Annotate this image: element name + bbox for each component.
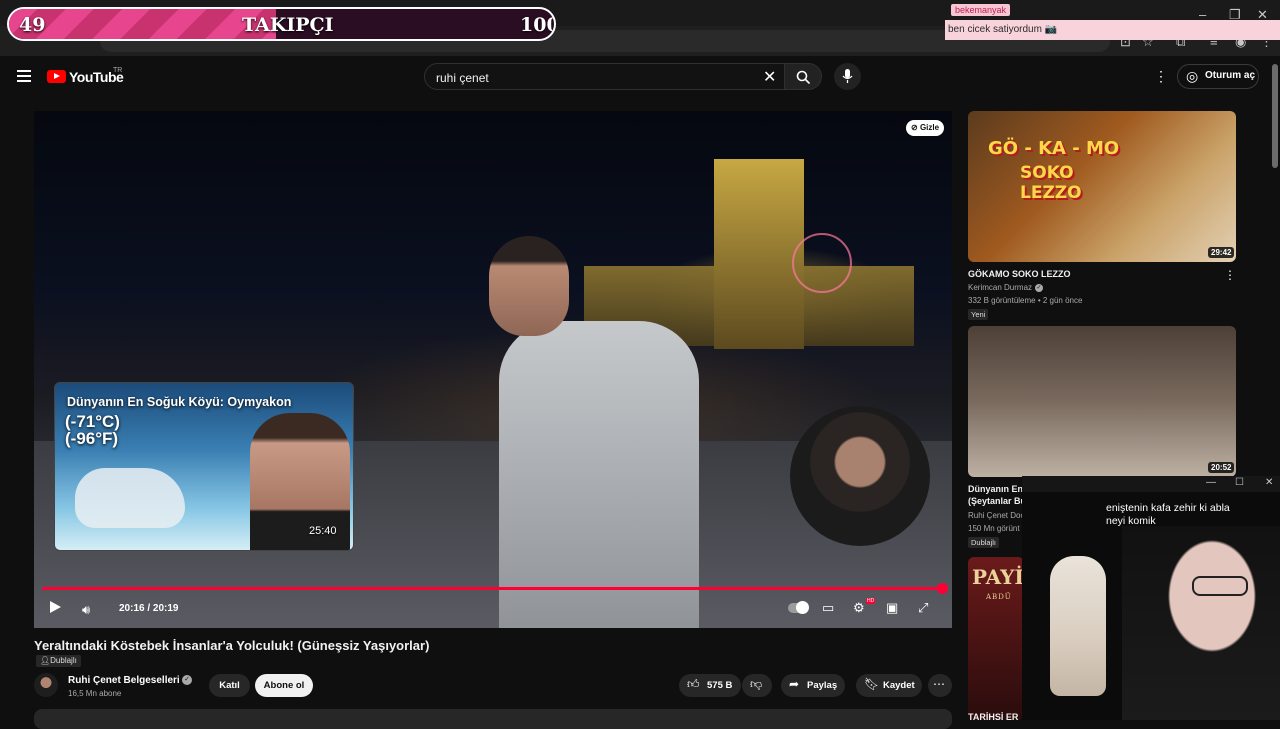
volume-icon[interactable]: 🔊︎ [82,602,90,618]
follower-goal: 100 [520,14,556,36]
search-input[interactable] [434,63,758,92]
recommendation-thumbnail[interactable]: 20:52 [968,326,1236,477]
video-player[interactable]: ⊘ Gizle Dünyanın En Soğuk Köyü: Oymyakon… [34,111,952,628]
webcam-chat-message: eniştenin kafa zehir ki abla neyi komik [1106,502,1230,527]
video-scene-person [499,321,699,628]
channel-name[interactable]: Ruhi Çenet Belgeselleri [68,675,180,686]
end-screen-video-card[interactable]: Dünyanın En Soğuk Köyü: Oymyakon (-71°C)… [54,382,354,551]
dubbed-label: Dublajlı [50,656,77,665]
subscriber-count: 16,5 Mn abone [68,689,122,698]
voice-search-button[interactable] [834,63,861,90]
recommendation-thumbnail[interactable]: PAYİ ABDÜ [968,557,1024,720]
thumbs-up-icon: 👍︎ [687,677,700,691]
youtube-logo-region: TR [113,67,123,74]
webcam-glasses [1192,576,1248,596]
recommendation-meta: 332 B görüntüleme • 2 gün önce [968,296,1083,305]
video-scene-person-head [489,236,569,336]
share-arrow-icon: ➦ [789,677,800,691]
recommendation-thumbnail[interactable]: GÖ - KA - MO SOKO LEZZO 29:42 [968,111,1236,262]
verified-check-icon: ✓ [1035,284,1043,292]
video-scene-ferris-wheel [792,233,852,293]
settings-more-icon[interactable]: ⋮ [1154,68,1168,85]
page-scrollbar-thumb[interactable] [1272,64,1278,168]
recommendation-title[interactable]: GÖKAMO SOKO LEZZO [968,268,1198,280]
duration-badge: 20:52 [1208,462,1235,473]
channel-watermark-face[interactable] [790,406,930,546]
duration-badge: 29:42 [1208,247,1235,258]
video-scene-tower [714,159,804,349]
dubbed-badge: 👤︎Dublajlı [36,655,81,667]
thumbnail-text: GÖ - KA - MO [988,138,1120,159]
eye-off-icon: ⊘ [911,123,918,132]
hamburger-menu-icon[interactable] [17,70,31,82]
chat-message: ben cicek satiyordum 📷 [945,20,1280,40]
account-icon: ◎ [1186,68,1199,84]
follower-goal-bar: 49 TAKIPÇI 100 [7,7,556,41]
hide-label: Gizle [919,123,940,132]
description-box[interactable] [34,709,952,729]
share-label: Paylaş [807,680,838,691]
hd-badge: HD [866,598,876,604]
chat-username: bekemanyak [951,4,1011,16]
stream-chat-overlay: bekemanyak ben cicek satiyordum 📷 [945,4,1280,40]
more-horizontal-icon: ⋯ [933,677,945,691]
thumbnail-text: SOKO LEZZO [1020,163,1082,203]
person-icon: 👤︎ [40,656,51,665]
follower-goal-fill [9,9,277,39]
subtitles-icon[interactable]: ▭ [822,600,834,616]
join-button[interactable]: Katıl [209,674,250,697]
verified-check-icon: ✓ [182,675,192,685]
play-icon[interactable] [50,601,61,613]
bookmark-icon: 🔖︎ [864,677,880,691]
dubbed-badge: Dublajlı [968,537,1000,548]
search-icon [796,70,811,85]
recommendation-title[interactable]: TARİHSİ ER [968,711,1022,723]
hide-end-cards-button[interactable]: ⊘ Gizle [906,120,945,136]
thumbs-down-icon: 👎︎ [750,677,763,691]
progress-scrubber-handle[interactable] [937,583,948,594]
close-window-icon[interactable]: ✕ [1265,477,1273,488]
subscribe-button[interactable]: Abone ol [255,674,313,697]
like-count: 575 B [707,680,733,691]
theater-mode-icon[interactable]: ▣ [886,600,898,616]
clear-search-icon[interactable]: ✕ [763,67,776,87]
recommendation-channel[interactable]: Kerimcan Durmaz [968,283,1032,292]
autoplay-toggle-knob [796,601,809,614]
follower-label: TAKIPÇI [242,14,334,36]
search-button[interactable] [784,63,822,90]
recommendation-meta: 150 Mn görünt [968,524,1020,533]
progress-bar-played [42,587,942,590]
fullscreen-icon[interactable]: ⤢ [918,600,928,616]
microphone-icon [842,69,853,83]
more-vertical-icon[interactable]: ⋮ [1224,268,1236,282]
save-label: Kaydet [883,680,915,691]
end-card-wolf-image [75,468,185,528]
time-display: 20:16 / 20:19 [119,603,179,614]
webcam-overlay: — ☐ ✕ eniştenin kafa zehir ki abla neyi … [1022,476,1280,720]
webcam-cat [1050,556,1106,696]
youtube-logo-play-icon [54,73,60,79]
gear-icon[interactable]: ⚙ [853,600,865,616]
maximize-window-icon[interactable]: ☐ [1235,477,1244,488]
progress-bar[interactable] [42,587,944,590]
thumbnail-subtext: ABDÜ [986,593,1012,601]
new-badge: Yeni [968,309,989,320]
channel-avatar[interactable] [34,673,58,697]
thumbnail-text: PAYİ [972,565,1024,589]
end-card-title: Dünyanın En Soğuk Köyü: Oymyakon [67,395,292,409]
minimize-window-icon[interactable]: — [1206,477,1216,488]
end-card-temperature: (-71°C) (-96°F) [65,412,120,448]
webcam-person [1122,526,1280,720]
video-title: Yeraltındaki Köstebek İnsanlar'a Yolculu… [34,638,430,653]
sign-in-label: Oturum aç [1205,70,1256,81]
follower-count: 49 [19,14,46,36]
end-card-duration: 25:40 [309,525,337,537]
